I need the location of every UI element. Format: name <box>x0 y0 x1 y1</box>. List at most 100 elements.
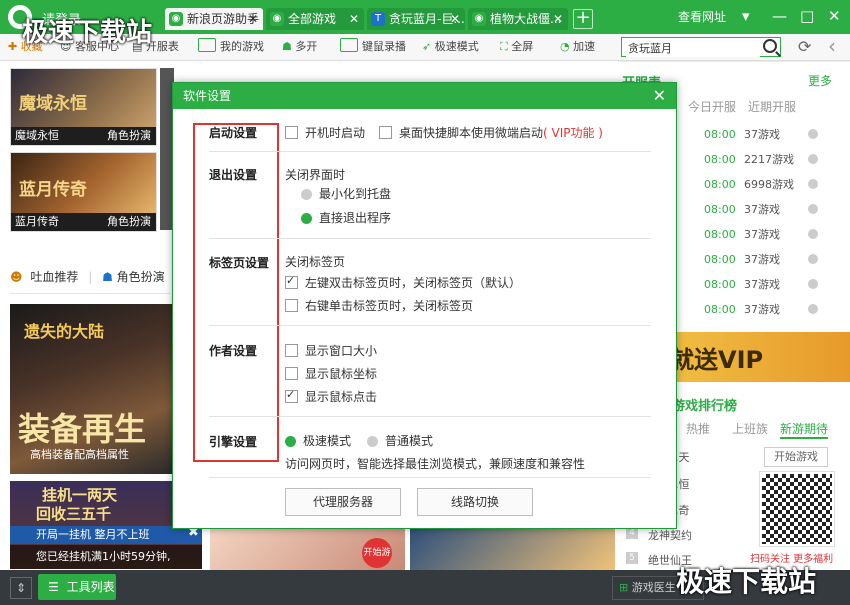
radio[interactable] <box>301 189 312 200</box>
featured-banner[interactable]: 遗失的大陆 装备再生 高档装备配高档属性 <box>10 304 172 474</box>
game-company: 6998游戏 <box>744 178 794 191</box>
t-logo-icon: T <box>371 12 385 26</box>
section-author-label: 作者设置 <box>209 344 258 358</box>
game-company: 37游戏 <box>744 253 780 266</box>
more-link[interactable]: 更多 <box>808 72 832 89</box>
bell-icon[interactable] <box>808 179 818 189</box>
startup-on-boot-option[interactable]: 开机时启动 <box>285 124 365 141</box>
expand-icon[interactable]: ⇕ <box>10 577 32 599</box>
back-icon[interactable]: ‹ <box>828 34 836 58</box>
checkbox[interactable] <box>285 367 298 380</box>
checkbox[interactable] <box>379 126 392 139</box>
radio[interactable] <box>367 436 378 447</box>
macro-label: 键鼠录播 <box>362 40 406 53</box>
bell-icon[interactable] <box>808 154 818 164</box>
close-icon[interactable]: ✕ <box>349 8 359 30</box>
multi-open-button[interactable]: ☗ 多开 <box>282 38 317 56</box>
tab-role-play[interactable]: 角色扮演 <box>117 270 165 284</box>
accelerate-button[interactable]: ◔ 加速 <box>560 38 595 56</box>
bell-icon[interactable] <box>808 229 818 239</box>
tab-assistant[interactable]: ◉ 新浪页游助手 ✕ <box>165 8 263 30</box>
tab-dblclick-option[interactable]: 左键双击标签页时，关闭标签页（默认） <box>285 274 521 291</box>
open-time: 08:00 <box>704 178 736 191</box>
tab-label: 植物大战僵... <box>490 12 562 26</box>
game-card[interactable]: 魔域永恒 魔域永恒 角色扮演 <box>10 68 157 146</box>
game-caption: 蓝月传奇 角色扮演 <box>11 213 156 231</box>
close-window-icon[interactable]: ✕ <box>828 7 841 25</box>
game-thumb[interactable] <box>410 527 615 570</box>
game-controller-icon: ◉ <box>169 12 183 26</box>
ranking-item[interactable]: 龙神契约 <box>648 527 692 543</box>
game-company: 37游戏 <box>744 128 780 141</box>
close-icon[interactable]: ✕ <box>450 8 460 30</box>
divider <box>10 293 170 294</box>
tab-hot-recommend[interactable]: 吐血推荐 <box>30 270 78 284</box>
game-card[interactable]: 蓝月传奇 蓝月传奇 角色扮演 <box>10 152 157 232</box>
startup-microclient-option[interactable]: 桌面快捷脚本使用微端启动( VIP功能 ) <box>379 124 603 141</box>
tab-all-games[interactable]: ◉ 全部游戏 ✕ <box>266 8 364 30</box>
fire-icon: ☻ <box>10 270 23 284</box>
tab-rightclick-option[interactable]: 右键单击标签页时，关闭标签页 <box>285 297 473 314</box>
fullscreen-button[interactable]: ⛶ 全屏 <box>500 38 533 56</box>
maximize-icon[interactable]: □ <box>800 7 814 25</box>
minimize-icon[interactable]: — <box>772 7 787 25</box>
exit-minimize-option[interactable]: 最小化到托盘 <box>301 185 391 202</box>
view-url-button[interactable]: 查看网址 <box>678 8 726 25</box>
close-icon[interactable]: ✕ <box>248 8 258 30</box>
macro-record-button[interactable]: 键鼠录播 <box>340 38 406 56</box>
close-icon[interactable]: ✕ <box>553 8 563 30</box>
ranking-tab-hot[interactable]: 热推 <box>686 420 710 437</box>
vip-note: ( VIP功能 ) <box>543 126 603 140</box>
checkbox[interactable] <box>285 299 298 312</box>
tab-plants[interactable]: ◉ 植物大战僵... ✕ <box>468 8 568 30</box>
route-switch-button[interactable]: 线路切换 <box>417 488 533 516</box>
open-time: 08:00 <box>704 278 736 291</box>
show-window-size-option[interactable]: 显示窗口大小 <box>285 342 377 359</box>
start-game-button[interactable]: 开始游戏 <box>764 447 828 467</box>
divider <box>209 325 651 326</box>
menu-dropdown-icon[interactable]: ▾ <box>742 7 750 25</box>
tool-list-button[interactable]: ☰ 工具列表 <box>38 574 116 600</box>
engine-fast-option[interactable]: 极速模式 <box>285 432 351 449</box>
radio[interactable] <box>285 436 296 447</box>
engine-description: 访问网页时，智能选择最佳浏览模式，兼顾速度和兼容性 <box>285 457 586 471</box>
dialog-close-icon[interactable]: ✕ <box>653 83 666 109</box>
show-mouse-coords-option[interactable]: 显示鼠标坐标 <box>285 365 377 382</box>
search-box[interactable] <box>621 37 781 57</box>
bell-icon[interactable] <box>808 204 818 214</box>
ranking-tab-office[interactable]: 上班族 <box>732 420 768 437</box>
section-engine-label: 引擎设置 <box>209 435 258 449</box>
game-controller-icon: ◉ <box>472 12 486 26</box>
divider <box>209 238 651 239</box>
tab-tanwan[interactable]: T 贪玩蓝月-巨... ✕ <box>367 8 465 30</box>
bell-icon[interactable] <box>808 254 818 264</box>
my-games-button[interactable]: 我的游戏 <box>198 38 264 56</box>
checkbox[interactable] <box>285 344 298 357</box>
bell-icon[interactable] <box>808 129 818 139</box>
new-tab-button[interactable]: + <box>573 9 593 29</box>
tab-today-open[interactable]: 今日开服 <box>688 98 736 115</box>
checkbox[interactable] <box>285 126 298 139</box>
bell-icon[interactable] <box>808 279 818 289</box>
dialog-title-bar: 软件设置 ✕ <box>173 83 676 109</box>
radio[interactable] <box>301 213 312 224</box>
banner-title: 装备再生 <box>18 410 147 448</box>
ranking-tab-new[interactable]: 新游期待 <box>780 420 829 439</box>
search-input[interactable] <box>626 39 760 57</box>
checkbox[interactable] <box>285 388 298 403</box>
start-badge[interactable]: 开始游戏 <box>362 538 392 588</box>
fullscreen-label: 全屏 <box>511 40 534 53</box>
show-mouse-click-option[interactable]: 显示鼠标点击 <box>285 388 377 405</box>
search-icon[interactable] <box>763 39 777 53</box>
tool-list-label: 工具列表 <box>66 580 115 594</box>
proxy-server-button[interactable]: 代理服务器 <box>285 488 401 516</box>
exit-sublabel: 关闭界面时 <box>285 168 346 182</box>
checkbox[interactable] <box>285 274 298 289</box>
speed-mode-button[interactable]: ➶ 极速模式 <box>422 38 479 56</box>
users-icon: ☗ <box>282 40 292 53</box>
tab-recent-open[interactable]: 近期开服 <box>748 98 796 115</box>
engine-normal-option[interactable]: 普通模式 <box>367 432 433 449</box>
exit-quit-option[interactable]: 直接退出程序 <box>301 209 391 226</box>
bell-icon[interactable] <box>808 304 818 314</box>
refresh-icon[interactable]: ⟳ <box>798 37 811 56</box>
